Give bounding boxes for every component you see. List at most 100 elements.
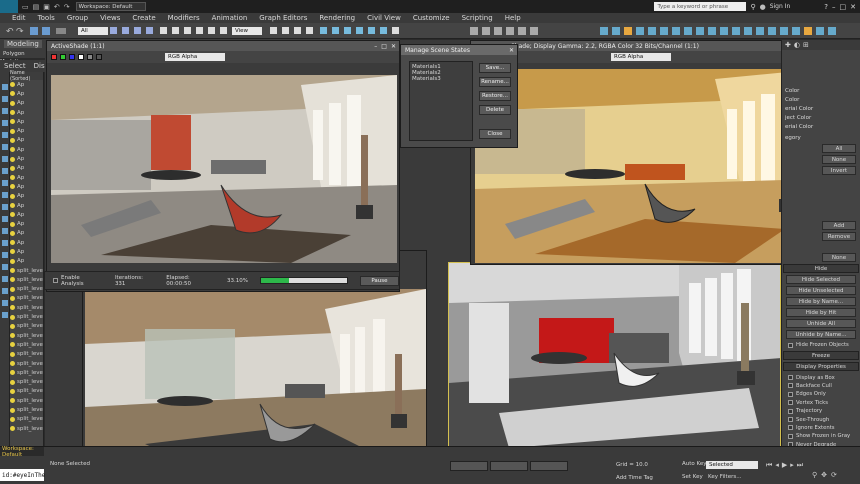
visibility-bulb-icon[interactable] — [10, 351, 15, 357]
display-option[interactable]: Display as Box — [782, 373, 860, 381]
visibility-bulb-icon[interactable] — [10, 175, 15, 181]
create-tab-icon[interactable]: ✚ — [785, 41, 791, 49]
pause-button[interactable]: Pause — [359, 275, 399, 286]
display-option-checkbox[interactable] — [788, 391, 793, 397]
auto-key-button[interactable]: Auto Key — [682, 461, 707, 467]
hide-frozen-option[interactable]: Hide Frozen Objects — [782, 341, 860, 349]
visibility-bulb-icon[interactable] — [10, 110, 15, 116]
display-option-checkbox[interactable] — [788, 425, 793, 431]
dialog-close-icon[interactable]: ✕ — [509, 47, 514, 54]
rendered-frame-window[interactable]: Shade; Display Gamma: 2.2, RGBA Color 32… — [470, 40, 822, 265]
maximize-icon[interactable]: □ — [840, 3, 847, 11]
visibility-bulb-icon[interactable] — [10, 323, 15, 329]
visibility-bulb-icon[interactable] — [10, 230, 15, 236]
menu-item[interactable]: Rendering — [319, 14, 355, 22]
display-option-checkbox[interactable] — [788, 408, 793, 414]
visibility-bulb-icon[interactable] — [10, 305, 15, 311]
redo-icon[interactable]: ↷ — [64, 3, 70, 11]
enable-analysis-checkbox[interactable] — [53, 278, 58, 283]
key-filters-button[interactable]: Key Filters... — [708, 474, 741, 480]
user-icon[interactable]: ● — [760, 3, 766, 11]
visibility-bulb-icon[interactable] — [10, 361, 15, 367]
minimize-icon[interactable]: – — [832, 3, 836, 11]
menu-item[interactable]: Group — [67, 14, 88, 22]
pan-icon[interactable]: ✥ — [821, 471, 827, 479]
menu-item[interactable]: Edit — [12, 14, 26, 22]
menu-item[interactable]: Help — [505, 14, 521, 22]
help-icon[interactable]: ? — [824, 3, 828, 11]
display-option[interactable]: See-Through — [782, 415, 860, 423]
manage-scene-states-dialog[interactable]: Manage Scene States ✕ Materials1 Materia… — [400, 44, 518, 148]
selection-filter-dropdown[interactable]: All — [78, 27, 108, 35]
mono-toggle[interactable] — [87, 54, 93, 60]
visibility-bulb-icon[interactable] — [10, 416, 15, 422]
display-option-checkbox[interactable] — [788, 383, 793, 389]
green-channel-toggle[interactable] — [60, 54, 66, 60]
display-option-checkbox[interactable] — [788, 375, 793, 381]
menu-item[interactable]: Animation — [212, 14, 248, 22]
channel-dropdown-2[interactable]: RGB Alpha — [611, 53, 671, 61]
visibility-bulb-icon[interactable] — [10, 193, 15, 199]
visibility-bulb-icon[interactable] — [10, 258, 15, 264]
remove-button[interactable]: Remove — [822, 232, 856, 241]
open-icon[interactable]: ▤ — [33, 3, 40, 11]
hide-by-hit-button[interactable]: Hide by Hit — [786, 308, 856, 317]
select-menu[interactable]: Select — [4, 62, 26, 70]
visibility-bulb-icon[interactable] — [10, 137, 15, 143]
save-button[interactable]: Save... — [479, 63, 511, 73]
go-to-end-icon[interactable]: ⏭ — [797, 461, 803, 470]
hide-by-name-button[interactable]: Hide by Name... — [786, 297, 856, 306]
tab-modeling[interactable]: Modeling — [4, 40, 42, 48]
display-option-checkbox[interactable] — [788, 400, 793, 406]
visibility-bulb-icon[interactable] — [10, 156, 15, 162]
invert-button[interactable]: Invert — [822, 166, 856, 175]
hierarchy-tab-icon[interactable]: ⊞ — [803, 41, 809, 49]
visibility-bulb-icon[interactable] — [10, 91, 15, 97]
visibility-bulb-icon[interactable] — [10, 184, 15, 190]
new-icon[interactable]: ▭ — [22, 3, 29, 11]
toolbar-icons[interactable]: ↶ ↷ — [0, 23, 860, 39]
visibility-bulb-icon[interactable] — [10, 407, 15, 413]
workspace-dropdown[interactable]: Workspace: Default — [75, 2, 146, 11]
menu-item[interactable]: Views — [100, 14, 120, 22]
display-option[interactable]: Show Frozen in Gray — [782, 432, 860, 440]
hide-selected-button[interactable]: Hide Selected — [786, 275, 856, 284]
modify-tab-icon[interactable]: ◐ — [794, 41, 800, 49]
window-close-icon[interactable]: ✕ — [391, 43, 396, 50]
visibility-bulb-icon[interactable] — [10, 147, 15, 153]
activeshade-window[interactable]: ActiveShade (1:1) – □ ✕ RGB Alpha — [46, 40, 400, 292]
visibility-bulb-icon[interactable] — [10, 82, 15, 88]
close-button[interactable]: Close — [479, 129, 511, 139]
close-icon[interactable]: ✕ — [850, 3, 856, 11]
orbit-icon[interactable]: ⟳ — [831, 471, 837, 479]
menu-item[interactable]: Create — [132, 14, 155, 22]
select-none-button[interactable]: None — [822, 155, 856, 164]
red-channel-toggle[interactable] — [51, 54, 57, 60]
visibility-bulb-icon[interactable] — [10, 128, 15, 134]
rename-button[interactable]: Rename... — [479, 77, 511, 87]
display-option[interactable]: Trajectory — [782, 407, 860, 415]
alpha-channel-toggle[interactable] — [78, 54, 84, 60]
visibility-bulb-icon[interactable] — [10, 249, 15, 255]
visibility-bulb-icon[interactable] — [10, 203, 15, 208]
search-input[interactable]: Type a keyword or phrase — [654, 2, 747, 11]
display-option-checkbox[interactable] — [788, 417, 793, 423]
visibility-bulb-icon[interactable] — [10, 426, 15, 432]
display-option[interactable]: Edges Only — [782, 390, 860, 398]
display-option[interactable]: Vertex Ticks — [782, 399, 860, 407]
hide-rollout[interactable]: Hide — [783, 264, 859, 273]
visibility-bulb-icon[interactable] — [10, 165, 15, 171]
clear-icon[interactable] — [96, 54, 102, 60]
previous-frame-icon[interactable]: ◂ — [775, 461, 779, 470]
visibility-bulb-icon[interactable] — [10, 221, 15, 227]
visibility-bulb-icon[interactable] — [10, 295, 15, 301]
menu-item[interactable]: Tools — [38, 14, 55, 22]
menu-item[interactable]: Customize — [413, 14, 450, 22]
visibility-bulb-icon[interactable] — [10, 277, 15, 283]
visibility-bulb-icon[interactable] — [10, 379, 15, 385]
visibility-bulb-icon[interactable] — [10, 119, 15, 125]
go-to-start-icon[interactable]: ⏮ — [766, 461, 772, 470]
visibility-bulb-icon[interactable] — [10, 314, 15, 320]
display-properties-rollout[interactable]: Display Properties — [783, 362, 859, 372]
visibility-bulb-icon[interactable] — [10, 370, 15, 376]
